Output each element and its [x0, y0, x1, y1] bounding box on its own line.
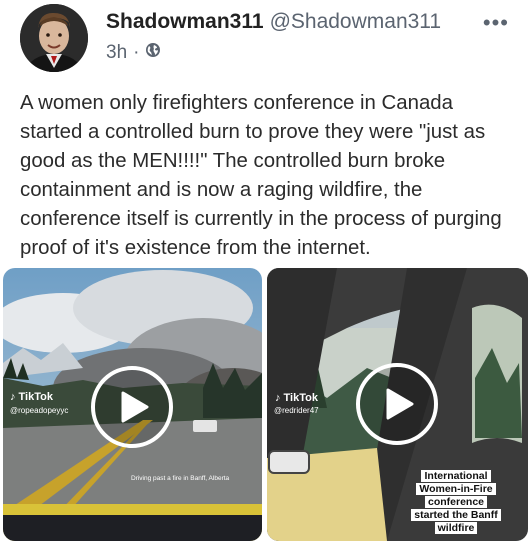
- play-button[interactable]: [91, 366, 173, 448]
- avatar-image: [20, 4, 88, 72]
- meta-separator: ·: [133, 42, 140, 63]
- tiktok-watermark: ♪ TikTok: [275, 392, 318, 404]
- tiktok-icon: ♪: [275, 392, 281, 404]
- tiktok-icon: ♪: [10, 391, 16, 403]
- tiktok-username: @redrider47: [274, 406, 319, 415]
- caption-line: Women-in-Fire: [416, 483, 496, 495]
- globe-icon: [145, 42, 161, 64]
- display-name-text[interactable]: Shadowman311: [106, 10, 264, 33]
- video-caption: Driving past a fire in Banff, Alberta: [131, 475, 230, 482]
- tiktok-watermark: ♪ TikTok: [10, 391, 53, 403]
- more-options-button[interactable]: •••: [483, 10, 509, 36]
- caption-line: wildfire: [434, 522, 478, 534]
- caption-line: conference: [424, 496, 488, 508]
- play-button[interactable]: [356, 363, 438, 445]
- play-icon: [386, 388, 414, 420]
- caption-line: started the Banff: [411, 509, 501, 521]
- post-time[interactable]: 3h: [106, 42, 127, 64]
- tiktok-label: TikTok: [18, 391, 53, 403]
- post-text: A women only firefighters conference in …: [20, 92, 502, 259]
- media-video-2[interactable]: ♪ TikTok @redrider47 International Women…: [267, 268, 528, 541]
- play-icon: [121, 391, 149, 423]
- post-meta: 3h ·: [106, 42, 161, 64]
- video-overlay-caption: International Women-in-Fire conference s…: [397, 470, 515, 535]
- tiktok-username: @ropeadopeyyc: [10, 406, 69, 415]
- avatar[interactable]: [20, 4, 88, 72]
- caption-line: International: [421, 470, 491, 482]
- user-handle[interactable]: @Shadowman311: [270, 10, 442, 33]
- media-video-1[interactable]: ♪ TikTok @ropeadopeyyc Driving past a fi…: [3, 268, 262, 541]
- tiktok-label: TikTok: [283, 392, 318, 404]
- display-name[interactable]: Shadowman311 @Shadowman311: [106, 10, 441, 34]
